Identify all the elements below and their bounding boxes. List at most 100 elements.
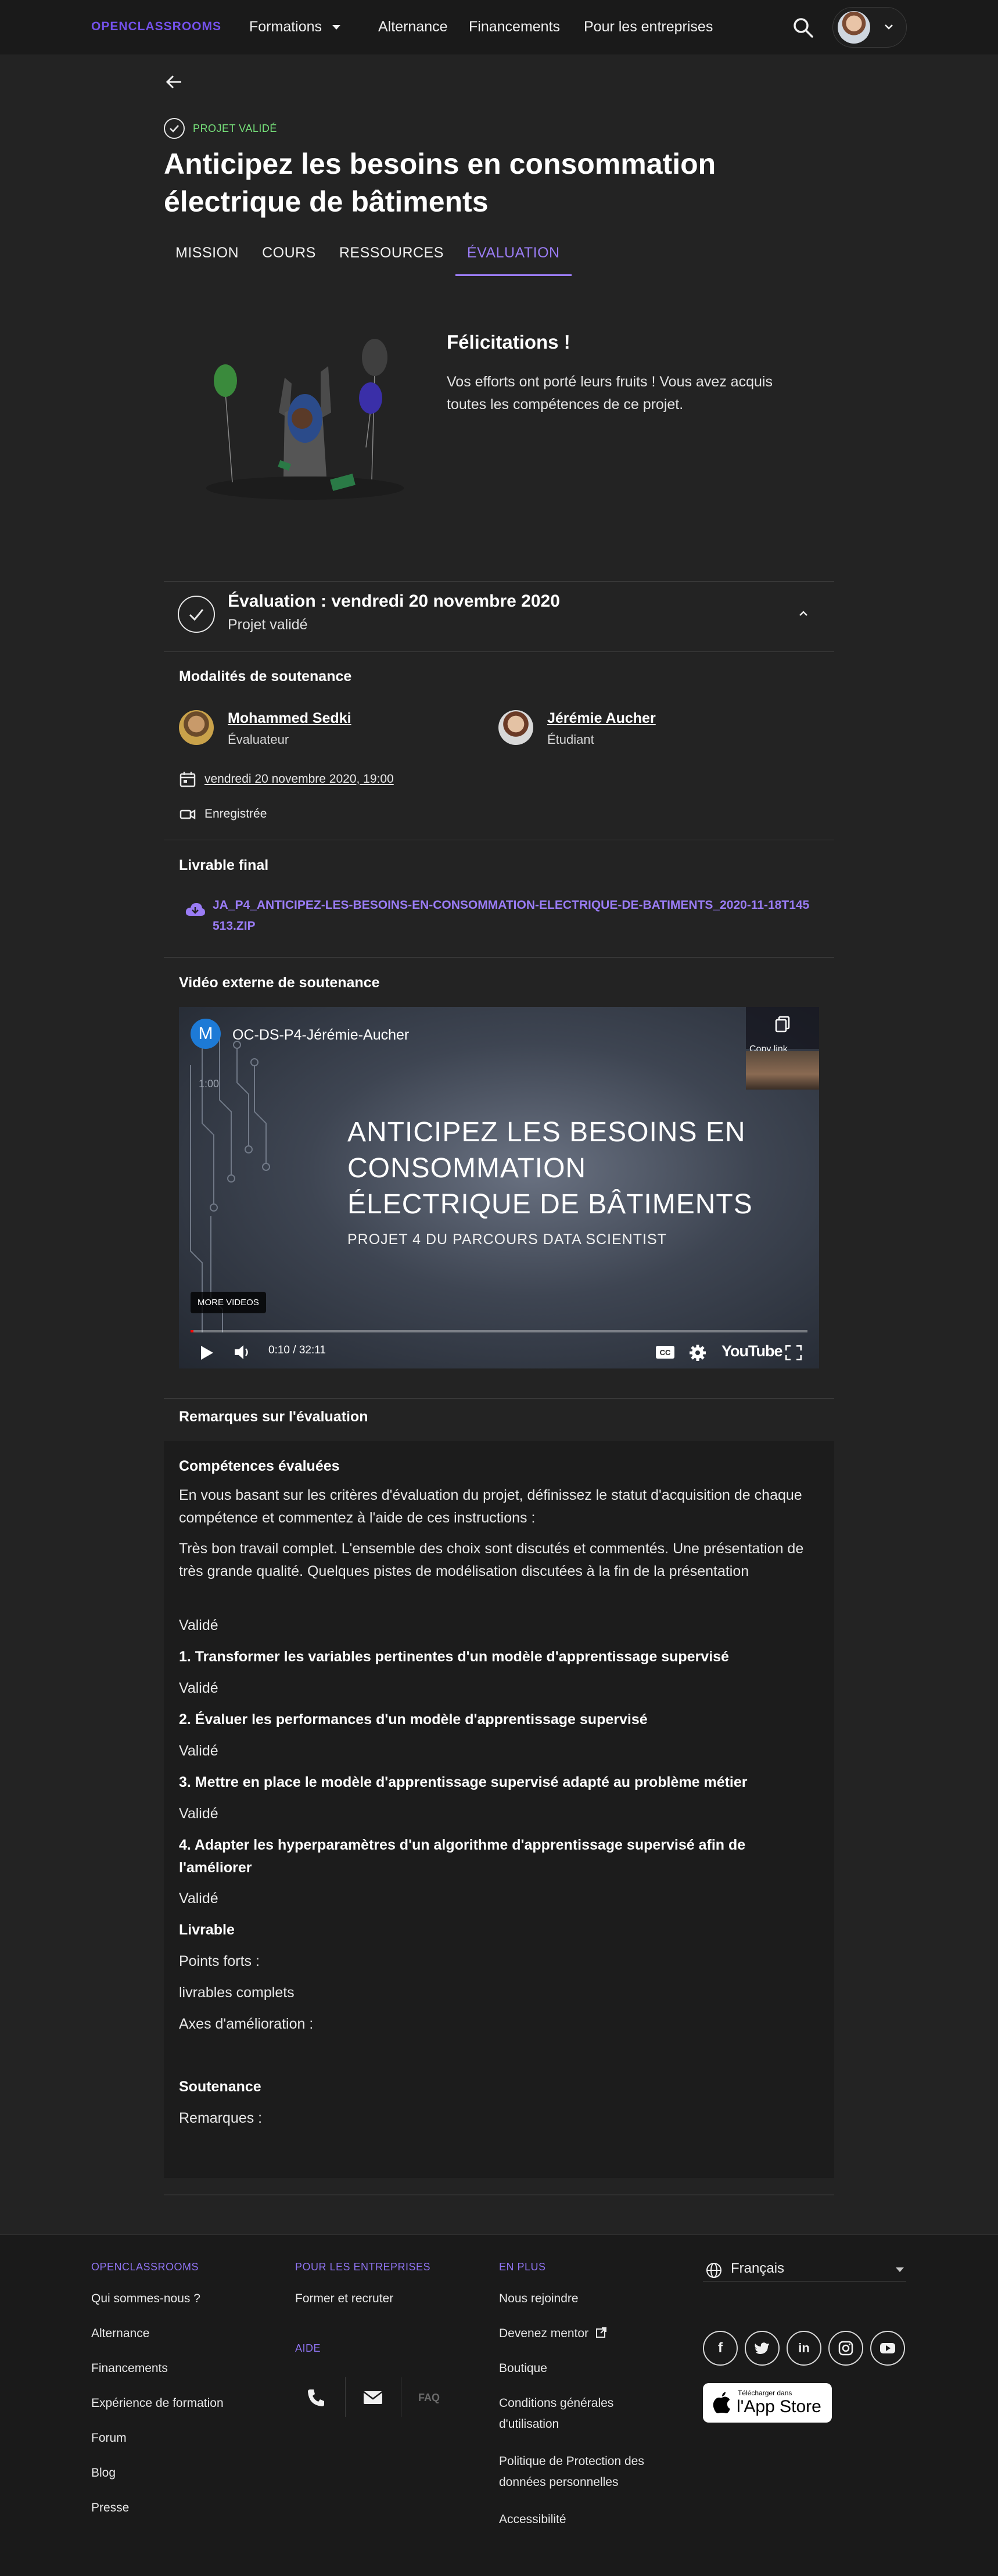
external-link-icon — [595, 2327, 606, 2338]
project-tabs: MISSION COURS RESSOURCES ÉVALUATION — [164, 241, 572, 276]
settings-gear-icon[interactable] — [689, 1344, 706, 1362]
check-icon — [164, 118, 185, 139]
chevron-up-icon[interactable] — [797, 607, 810, 620]
student-role: Étudiant — [547, 732, 594, 747]
youtube-icon[interactable] — [870, 2331, 905, 2366]
footer-link[interactable]: Forum — [91, 2428, 127, 2449]
avatar — [838, 11, 870, 44]
deliverable-title: Livrable final — [179, 857, 269, 873]
date-link[interactable]: vendredi 20 novembre 2020, 19:00 — [204, 772, 394, 786]
youtube-logo[interactable]: YouTube — [721, 1342, 782, 1360]
evaluation-status: Projet validé — [228, 617, 308, 633]
skill-status: Validé — [179, 1617, 218, 1633]
footer-link[interactable]: Expérience de formation — [91, 2393, 224, 2414]
faq-link[interactable]: FAQ — [418, 2387, 440, 2408]
skill-status: Validé — [179, 1805, 218, 1822]
evaluation-card: Évaluation : vendredi 20 novembre 2020 P… — [164, 581, 834, 2197]
footer-link[interactable]: Former et recruter — [295, 2288, 393, 2309]
congrats-text: Vos efforts ont porté leurs fruits ! Vou… — [447, 374, 773, 413]
copy-link-button[interactable] — [746, 1007, 819, 1049]
video-progress-bar[interactable] — [191, 1330, 807, 1332]
calendar-icon — [180, 772, 196, 787]
twitter-icon[interactable] — [745, 2331, 780, 2366]
chevron-down-icon — [896, 2267, 904, 2272]
language-label: Français — [731, 2260, 785, 2276]
modalities-title: Modalités de soutenance — [179, 668, 352, 685]
evaluator-role: Évaluateur — [228, 732, 289, 747]
video-player[interactable]: M OC-DS-P4-Jérémie-Aucher 1:00 Copy link… — [179, 1007, 819, 1368]
channel-name[interactable]: OC-DS-P4-Jérémie-Aucher — [232, 1027, 409, 1044]
footer-link[interactable]: Politique de Protection des données pers… — [499, 2451, 685, 2493]
back-arrow-icon[interactable] — [165, 73, 184, 91]
footer-heading-openclassrooms: OPENCLASSROOMS — [91, 2261, 199, 2273]
footer-link[interactable]: Conditions générales d'utilisation — [499, 2393, 673, 2435]
footer-link[interactable]: Qui sommes-nous ? — [91, 2288, 200, 2309]
student-name[interactable]: Jérémie Aucher — [547, 710, 656, 727]
strengths-label: Points forts : — [179, 1953, 260, 1969]
copy-icon — [775, 1016, 790, 1033]
footer: OPENCLASSROOMS Qui sommes-nous ? Alterna… — [0, 2234, 998, 2576]
footer-link[interactable]: Blog — [91, 2463, 116, 2484]
evaluator-name[interactable]: Mohammed Sedki — [228, 710, 351, 727]
footer-link[interactable]: Boutique — [499, 2358, 547, 2379]
livrable-title: Livrable — [179, 1922, 235, 1938]
student: Jérémie Aucher Étudiant — [498, 710, 789, 751]
footer-link-mentor[interactable]: Devenez mentor — [499, 2323, 607, 2344]
user-menu-button[interactable] — [832, 7, 907, 48]
footer-link[interactable]: Nous rejoindre — [499, 2288, 579, 2309]
more-videos-button[interactable]: MORE VIDEOS — [191, 1292, 266, 1313]
captions-icon[interactable]: CC — [655, 1345, 675, 1359]
tab-ressources[interactable]: RESSOURCES — [328, 241, 455, 276]
search-icon[interactable] — [792, 17, 814, 39]
skills-title: Compétences évaluées — [179, 1458, 340, 1474]
evaluation-header[interactable]: Évaluation : vendredi 20 novembre 2020 P… — [164, 581, 834, 652]
openclassrooms-logo[interactable]: OPENCLASSROOMS — [91, 20, 221, 34]
chevron-down-icon — [885, 24, 893, 30]
deliverable-file-link[interactable]: JA_P4_ANTICIPEZ-LES-BESOINS-EN-CONSOMMAT… — [213, 895, 811, 937]
linkedin-icon[interactable]: in — [787, 2331, 821, 2366]
nav-formations-label: Formations — [249, 19, 322, 35]
divider — [164, 1398, 834, 1399]
play-icon[interactable] — [200, 1345, 214, 1360]
nav-entreprises[interactable]: Pour les entreprises — [584, 19, 713, 35]
footer-link[interactable]: Presse — [91, 2498, 129, 2518]
video-time: 0:10 / 32:11 — [268, 1344, 326, 1356]
footer-link[interactable]: Accessibilité — [499, 2509, 566, 2530]
remarks-content: Compétences évaluées En vous basant sur … — [164, 1441, 834, 2178]
remarks-label: Remarques : — [179, 2110, 263, 2126]
facebook-icon[interactable]: f — [703, 2331, 738, 2366]
tab-cours[interactable]: COURS — [250, 241, 328, 276]
footer-heading-entreprises: POUR LES ENTREPRISES — [295, 2261, 431, 2273]
instructions-text: En vous basant sur les critères d'évalua… — [179, 1487, 802, 1526]
instagram-icon[interactable] — [828, 2331, 863, 2366]
strengths-text: livrables complets — [179, 1984, 295, 2001]
remarks-title: Remarques sur l'évaluation — [179, 1409, 368, 1425]
skill-2: 2. Évaluer les performances d'un modèle … — [179, 1711, 648, 1728]
fullscreen-icon[interactable] — [785, 1345, 802, 1360]
nav-financements[interactable]: Financements — [469, 19, 560, 35]
divider — [345, 2377, 346, 2417]
mail-icon[interactable] — [361, 2386, 385, 2409]
nav-formations[interactable]: Formations — [249, 19, 341, 35]
check-icon — [178, 596, 215, 633]
evaluator: Mohammed Sedki Évaluateur — [179, 710, 469, 751]
footer-link[interactable]: Financements — [91, 2358, 168, 2379]
tab-evaluation[interactable]: ÉVALUATION — [455, 241, 572, 276]
app-store-badge[interactable]: Télécharger dans l'App Store — [703, 2383, 832, 2423]
volume-icon[interactable] — [234, 1344, 251, 1360]
tab-mission[interactable]: MISSION — [164, 241, 250, 276]
webcam-overlay — [746, 1051, 819, 1090]
apple-icon — [713, 2392, 730, 2413]
skill-status: Validé — [179, 1743, 218, 1759]
language-selector[interactable]: Français — [703, 2258, 906, 2281]
footer-link[interactable]: Alternance — [91, 2323, 149, 2344]
congrats-title: Félicitations ! — [447, 331, 570, 353]
status-label: PROJET VALIDÉ — [193, 122, 277, 134]
date-row: vendredi 20 novembre 2020, 19:00 — [179, 770, 394, 789]
channel-avatar[interactable]: M — [191, 1019, 221, 1049]
phone-icon[interactable] — [304, 2386, 328, 2409]
video-controls: 0:10 / 32:11 CC YouTube — [179, 1335, 819, 1368]
divider — [164, 2194, 834, 2195]
app-store-small-label: Télécharger dans — [738, 2389, 792, 2397]
nav-alternance[interactable]: Alternance — [378, 19, 448, 35]
